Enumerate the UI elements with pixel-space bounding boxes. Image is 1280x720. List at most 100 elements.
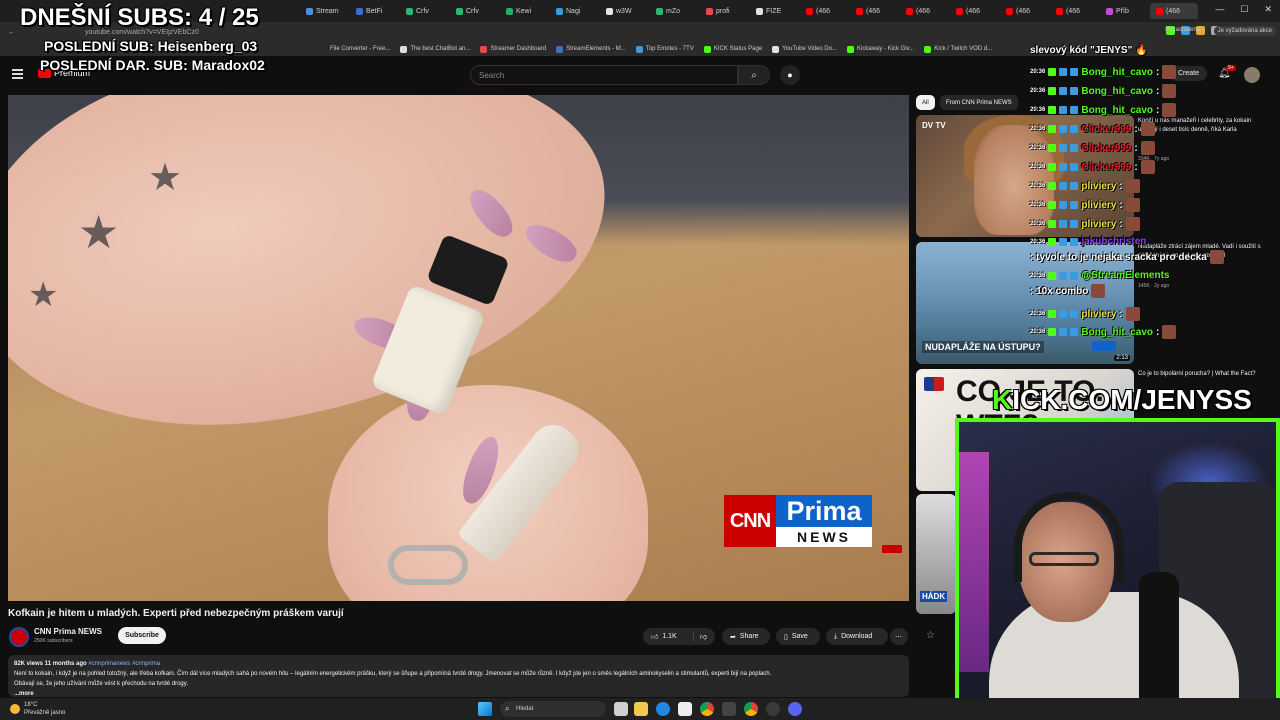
- file-explorer-icon[interactable]: [634, 702, 648, 716]
- save-button[interactable]: ▯ Save: [776, 628, 820, 645]
- chat-username[interactable]: pliviery: [1081, 200, 1116, 211]
- chat-username[interactable]: Bong_hit_cavo: [1081, 327, 1153, 338]
- bookmark-icon: [703, 45, 711, 53]
- chat-username[interactable]: Clicker999: [1081, 143, 1131, 154]
- bookmark[interactable]: The best ChatBot an...: [400, 45, 470, 53]
- bookmark[interactable]: Top Emotes - 7TV: [635, 45, 694, 53]
- chat-username[interactable]: jakubchristen: [1081, 236, 1146, 247]
- chat-username[interactable]: Bong_hit_cavo: [1081, 105, 1153, 116]
- browser-tab[interactable]: BetFi: [350, 3, 398, 19]
- browser-tab[interactable]: Příb: [1100, 3, 1148, 19]
- hashtags[interactable]: #cnnprimanews #cnnprima: [88, 661, 160, 667]
- star-icon[interactable]: ☆: [926, 630, 935, 641]
- recommended-video-thumbnail[interactable]: HÁDK: [916, 494, 956, 614]
- video-description[interactable]: 82K views 11 months ago #cnnprimanews #c…: [8, 655, 909, 697]
- recommended-video-title[interactable]: Co je to bipolární porucha? | What the F…: [1138, 370, 1264, 379]
- browser-tab[interactable]: Stream: [300, 3, 348, 19]
- glasses-icon: [1029, 552, 1099, 566]
- channel-avatar[interactable]: [9, 627, 29, 647]
- chat-username[interactable]: @StreamElements: [1081, 270, 1169, 281]
- cnn-prima-badge-icon: [1092, 341, 1116, 351]
- bookmark[interactable]: Streamer Dashboard: [480, 45, 546, 53]
- back-icon[interactable]: ←: [8, 29, 15, 36]
- chat-text: : tyvole to je nejaka sracka pro decka: [1030, 251, 1207, 263]
- browser-tab[interactable]: (466: [850, 3, 898, 19]
- browser-tab[interactable]: profi: [700, 3, 748, 19]
- chat-emote-icon: [1091, 284, 1106, 298]
- chat-badge-icon: [1048, 220, 1057, 228]
- close-icon[interactable]: ✕: [1264, 4, 1272, 15]
- bookmark[interactable]: Kickaway - Kick Giv...: [847, 45, 914, 53]
- like-button[interactable]: 👍︎ 1.1K 👎︎: [643, 628, 715, 645]
- chat-timestamp: 20:36: [1030, 311, 1046, 317]
- channel-watermark-icon[interactable]: [882, 545, 902, 553]
- menu-icon[interactable]: [12, 69, 23, 79]
- browser-tab[interactable]: (466: [800, 3, 848, 19]
- tab-favicon-icon: [356, 7, 363, 15]
- filter-chip-all[interactable]: All: [916, 95, 935, 110]
- profile-status[interactable]: Pozastaveno: [1165, 27, 1200, 33]
- browser-tab[interactable]: FIZE: [750, 3, 798, 19]
- browser-tab[interactable]: (466: [950, 3, 998, 19]
- chat-username[interactable]: Clicker999: [1081, 162, 1131, 173]
- chrome-icon[interactable]: [744, 702, 758, 716]
- subscribe-button[interactable]: Subscribe: [118, 627, 166, 644]
- weather-widget[interactable]: 18°C Převážně jasno: [10, 701, 65, 717]
- chat-username[interactable]: pliviery: [1081, 219, 1116, 230]
- tab-favicon-icon: [456, 7, 463, 15]
- obs-icon[interactable]: [766, 702, 780, 716]
- chat-message: 20:36 pliviery:: [1030, 178, 1140, 194]
- bookmark[interactable]: KICK Status Page: [703, 45, 762, 53]
- chat-timestamp: 20:36: [1030, 202, 1046, 208]
- chat-text: :: [1119, 199, 1123, 211]
- chat-badge-icon: [1048, 271, 1057, 280]
- task-view-icon[interactable]: [614, 702, 628, 716]
- share-button[interactable]: ➦ Share: [722, 628, 770, 645]
- browser-tab[interactable]: Kewi: [500, 3, 548, 19]
- chat-text: :: [1156, 66, 1160, 78]
- video-player[interactable]: ★ ★ ★ CNN Prima NEWS: [8, 95, 909, 601]
- video-title: Kofkain je hitem u mladých. Experti před…: [8, 608, 344, 619]
- avatar[interactable]: [1244, 67, 1260, 83]
- recommended-video-title[interactable]: Končí u nás manažeři i celebrity, za kok…: [1138, 117, 1264, 135]
- chrome-icon[interactable]: [700, 702, 714, 716]
- maximize-icon[interactable]: ☐: [1240, 4, 1248, 15]
- windows-start-icon[interactable]: [478, 702, 492, 716]
- more-actions-button[interactable]: ⋯: [890, 628, 908, 645]
- chat-username[interactable]: Bong_hit_cavo: [1081, 86, 1153, 97]
- minimize-icon[interactable]: —: [1215, 4, 1224, 15]
- chat-username[interactable]: pliviery: [1081, 181, 1116, 192]
- browser-tab[interactable]: Crfv: [450, 3, 498, 19]
- chat-username[interactable]: pliviery: [1081, 309, 1116, 320]
- microphone-icon[interactable]: ●: [780, 65, 800, 85]
- browser-tab[interactable]: Nagi: [550, 3, 598, 19]
- browser-tab[interactable]: (466: [1050, 3, 1098, 19]
- chat-username[interactable]: Bong_hit_cavo: [1081, 67, 1153, 78]
- browser-tab[interactable]: (466: [1000, 3, 1048, 19]
- browser-tab[interactable]: Crfv: [400, 3, 448, 19]
- discord-icon[interactable]: [788, 702, 802, 716]
- bookmark[interactable]: File Converter - Free...: [330, 46, 390, 52]
- filter-chip-channel[interactable]: From CNN Prima NEWS: [940, 95, 1018, 110]
- store-icon[interactable]: [678, 702, 692, 716]
- channel-name[interactable]: CNN Prima NEWS: [34, 627, 102, 636]
- browser-tab[interactable]: w3W: [600, 3, 648, 19]
- action-required-badge[interactable]: Je vyžadována akce: [1213, 26, 1276, 36]
- search-icon[interactable]: ⌕: [738, 65, 770, 85]
- thumbs-down-icon[interactable]: 👎︎: [692, 632, 707, 641]
- search-input[interactable]: Search: [470, 65, 738, 85]
- taskbar-search-input[interactable]: ⌕ Hledat: [500, 701, 606, 717]
- browser-tab[interactable]: mZo: [650, 3, 698, 19]
- bookmark[interactable]: StreamElements - M...: [556, 45, 626, 53]
- chat-username[interactable]: Clicker999: [1081, 124, 1131, 135]
- edge-icon[interactable]: [656, 702, 670, 716]
- bookmark-icon: [847, 45, 855, 53]
- bookmark[interactable]: Kick / Twitch VOD d...: [924, 45, 992, 53]
- terminal-icon[interactable]: [722, 702, 736, 716]
- chat-emote-icon: [1125, 198, 1140, 212]
- browser-tab-active[interactable]: (466: [1150, 3, 1198, 19]
- download-button[interactable]: ⤓ Download: [826, 628, 888, 645]
- chat-badge-icon: [1059, 87, 1068, 95]
- browser-tab[interactable]: (466: [900, 3, 948, 19]
- bookmark[interactable]: YouTube Video Do...: [772, 45, 837, 53]
